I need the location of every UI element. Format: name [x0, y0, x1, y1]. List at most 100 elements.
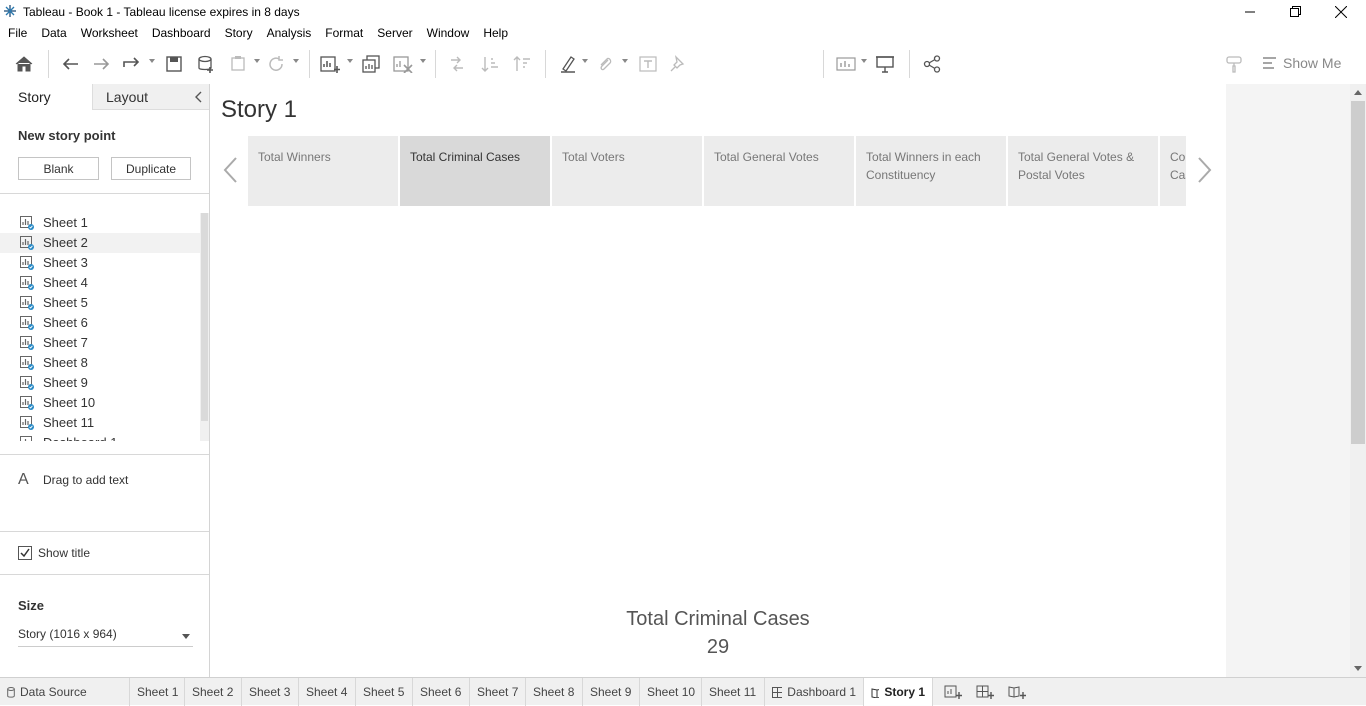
new-worksheet-dropdown-caret[interactable]: [347, 59, 353, 63]
cards-dropdown-caret[interactable]: [861, 59, 867, 63]
home-button[interactable]: [12, 52, 36, 76]
highlight-dropdown-caret[interactable]: [582, 59, 588, 63]
tab-sheet[interactable]: Sheet 11: [702, 678, 765, 706]
next-story-point-arrow-icon[interactable]: [1194, 154, 1214, 186]
tab-sheet[interactable]: Sheet 3: [242, 678, 299, 706]
clear-sheet-button[interactable]: [391, 52, 415, 76]
drag-text-object[interactable]: A Drag to add text: [18, 471, 128, 489]
scroll-up-icon[interactable]: [1354, 90, 1362, 95]
sheet-list-item[interactable]: Sheet 10: [0, 393, 200, 413]
new-worksheet-button[interactable]: [318, 52, 342, 76]
sheet-list-item[interactable]: Sheet 1: [0, 213, 200, 233]
tab-sheet[interactable]: Sheet 10: [640, 678, 702, 706]
highlight-button[interactable]: [556, 52, 580, 76]
show-cards-button[interactable]: [834, 52, 858, 76]
duplicate-sheet-button[interactable]: [359, 52, 383, 76]
show-mark-labels-button[interactable]: [636, 52, 660, 76]
sheet-list-item[interactable]: Dashboard 1: [0, 433, 200, 441]
swap-rows-columns-button[interactable]: [445, 52, 469, 76]
tab-sheet[interactable]: Sheet 1: [130, 678, 185, 706]
sheet-list-item[interactable]: Sheet 6: [0, 313, 200, 333]
scrollbar-thumb[interactable]: [201, 213, 208, 421]
sheet-list-scrollbar[interactable]: [200, 213, 209, 441]
tab-sheet[interactable]: Sheet 5: [356, 678, 413, 706]
menu-server[interactable]: Server: [370, 23, 419, 44]
redo-button[interactable]: [90, 52, 114, 76]
story-point[interactable]: Total Winners in each Constituency: [856, 136, 1006, 206]
sheet-list-item[interactable]: Sheet 3: [0, 253, 200, 273]
size-value: Story (1016 x 964): [18, 627, 117, 641]
new-dashboard-tab[interactable]: [976, 683, 996, 701]
new-worksheet-tab[interactable]: [944, 683, 964, 701]
sheet-list-item[interactable]: Sheet 8: [0, 353, 200, 373]
pause-updates-button[interactable]: [226, 52, 250, 76]
menu-help[interactable]: Help: [476, 23, 515, 44]
menu-data[interactable]: Data: [34, 23, 73, 44]
format-painter-button[interactable]: [1222, 52, 1246, 76]
story-point[interactable]: Total General Votes & Postal Votes: [1008, 136, 1158, 206]
tab-sheet[interactable]: Sheet 6: [413, 678, 470, 706]
tab-sheet[interactable]: Sheet 9: [583, 678, 640, 706]
show-title-checkbox[interactable]: [18, 546, 32, 560]
refresh-dropdown-caret[interactable]: [293, 59, 299, 63]
menu-story[interactable]: Story: [218, 23, 260, 44]
tab-sheet[interactable]: Sheet 2: [185, 678, 242, 706]
menu-analysis[interactable]: Analysis: [260, 23, 319, 44]
canvas-vertical-scrollbar[interactable]: [1350, 84, 1366, 677]
sort-ascending-button[interactable]: [478, 52, 502, 76]
clear-dropdown-caret[interactable]: [420, 59, 426, 63]
size-dropdown[interactable]: Story (1016 x 964): [18, 627, 193, 647]
new-data-source-button[interactable]: [194, 52, 218, 76]
previous-story-point-arrow-icon[interactable]: [221, 154, 241, 186]
menu-file[interactable]: File: [0, 23, 34, 44]
sheet-list-item[interactable]: Sheet 9: [0, 373, 200, 393]
refresh-button[interactable]: [264, 52, 288, 76]
new-story-tab[interactable]: [1008, 683, 1028, 701]
tab-story[interactable]: Story: [0, 84, 92, 110]
story-point[interactable]: Total General Votes: [704, 136, 854, 206]
group-dropdown-caret[interactable]: [622, 59, 628, 63]
replay-animation-button[interactable]: [120, 52, 144, 76]
show-title-toggle[interactable]: Show title: [18, 546, 90, 560]
duplicate-button[interactable]: Duplicate: [111, 157, 191, 180]
story-point[interactable]: Total Winners: [248, 136, 398, 206]
tab-layout[interactable]: Layout: [92, 84, 209, 110]
pause-dropdown-caret[interactable]: [254, 59, 260, 63]
undo-button[interactable]: [58, 52, 82, 76]
menu-window[interactable]: Window: [420, 23, 477, 44]
menu-dashboard[interactable]: Dashboard: [145, 23, 218, 44]
tab-sheet[interactable]: Sheet 8: [526, 678, 583, 706]
minimize-button[interactable]: [1227, 0, 1273, 23]
share-button[interactable]: [920, 52, 944, 76]
story-point[interactable]: Total Voters: [552, 136, 702, 206]
menu-worksheet[interactable]: Worksheet: [74, 23, 145, 44]
scroll-down-icon[interactable]: [1354, 666, 1362, 671]
replay-dropdown-caret[interactable]: [149, 59, 155, 63]
sheet-list-item[interactable]: Sheet 5: [0, 293, 200, 313]
tab-data-source[interactable]: Data Source: [0, 678, 130, 706]
sheet-list-item[interactable]: Sheet 2: [0, 233, 200, 253]
restore-button[interactable]: [1272, 0, 1318, 23]
story-point[interactable]: Cou Cas: [1160, 136, 1186, 206]
tab-story[interactable]: Story 1: [864, 678, 933, 706]
collapse-pane-icon[interactable]: [195, 91, 203, 103]
menu-format[interactable]: Format: [318, 23, 370, 44]
sheet-list-item[interactable]: Sheet 4: [0, 273, 200, 293]
sort-descending-button[interactable]: [510, 52, 534, 76]
tab-dashboard[interactable]: Dashboard 1: [765, 678, 864, 706]
undo-arrow-icon: [62, 58, 78, 70]
tab-sheet[interactable]: Sheet 7: [470, 678, 526, 706]
story-title[interactable]: Story 1: [221, 96, 297, 124]
fix-axes-button[interactable]: [666, 52, 690, 76]
save-button[interactable]: [162, 52, 186, 76]
blank-button[interactable]: Blank: [18, 157, 99, 180]
scrollbar-thumb[interactable]: [1351, 101, 1365, 444]
close-button[interactable]: [1318, 0, 1364, 23]
group-members-button[interactable]: [593, 52, 617, 76]
presentation-mode-button[interactable]: [873, 52, 897, 76]
story-point[interactable]: Total Criminal Cases: [400, 136, 550, 206]
sheet-list-item[interactable]: Sheet 11: [0, 413, 200, 433]
sheet-list-item[interactable]: Sheet 7: [0, 333, 200, 353]
show-me-button[interactable]: Show Me: [1262, 52, 1341, 74]
tab-sheet[interactable]: Sheet 4: [299, 678, 356, 706]
